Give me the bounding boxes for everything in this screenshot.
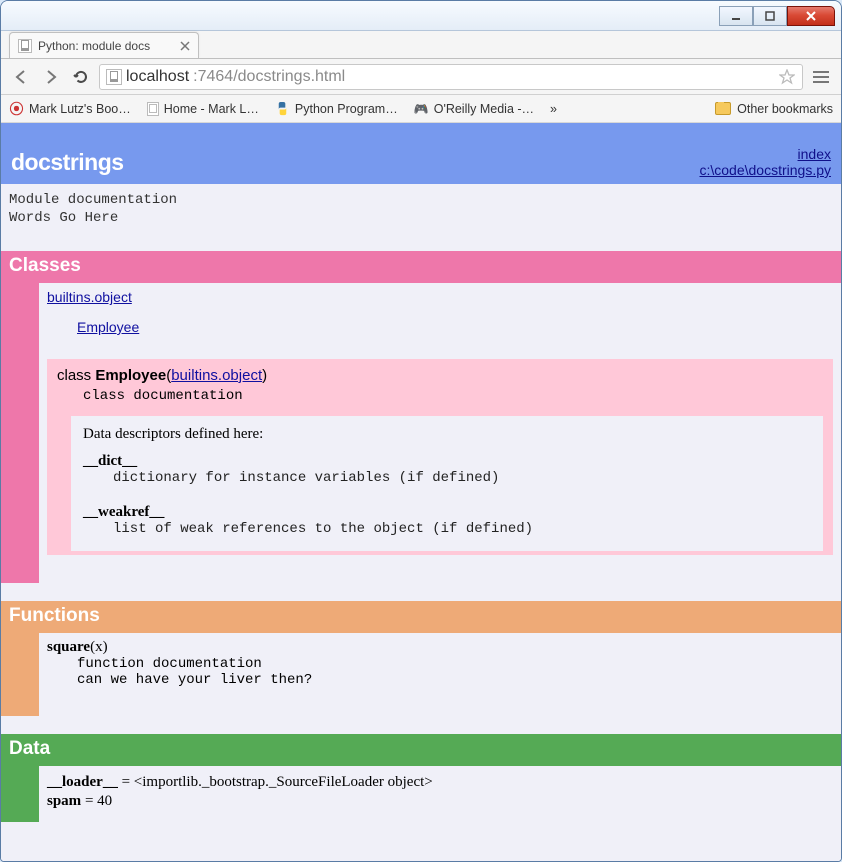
- os-titlebar: [1, 1, 841, 31]
- descriptor-name: __weakref__: [83, 504, 815, 521]
- reload-button[interactable]: [69, 65, 93, 89]
- browser-toolbar: localhost:7464/docstrings.html: [1, 59, 841, 95]
- url-host: localhost: [126, 68, 189, 86]
- class-descriptors: Data descriptors defined here: __dict__ …: [71, 416, 823, 551]
- bookmark-item[interactable]: Python Program…: [275, 101, 398, 116]
- browser-tab[interactable]: Python: module docs: [9, 32, 199, 58]
- tab-strip: Python: module docs: [1, 31, 841, 59]
- browser-window: Python: module docs localhost:7464/docst…: [0, 0, 842, 862]
- section-color-bar: [1, 633, 39, 716]
- function-docstring: function documentation can we have your …: [47, 656, 833, 688]
- minimize-button[interactable]: [719, 6, 753, 26]
- tab-close-button[interactable]: [178, 39, 192, 53]
- maximize-button[interactable]: [753, 6, 787, 26]
- bookmark-star-icon[interactable]: [778, 68, 796, 86]
- class-docstring: class documentation: [57, 384, 823, 410]
- section-content: square(x) function documentation can we …: [39, 633, 841, 716]
- data-item: __loader__ = <importlib._bootstrap._Sour…: [47, 774, 833, 791]
- module-header: docstrings index c:\code\docstrings.py: [1, 123, 841, 184]
- source-path-link[interactable]: c:\code\docstrings.py: [699, 162, 831, 178]
- module-links: index c:\code\docstrings.py: [699, 146, 831, 178]
- classes-section: Classes builtins.object Employee class E…: [1, 251, 841, 583]
- class-detail-block: class Employee(builtins.object) class do…: [47, 359, 833, 555]
- page-content[interactable]: docstrings index c:\code\docstrings.py M…: [1, 123, 841, 861]
- section-color-bar: [1, 766, 39, 822]
- window-controls: [719, 6, 835, 26]
- bookmark-icon: 🎮: [414, 101, 429, 116]
- bookmarks-bar: ⦿ Mark Lutz's Boo… Home - Mark L… Python…: [1, 95, 841, 123]
- module-docstring: Module documentation Words Go Here: [1, 184, 841, 233]
- other-bookmarks-button[interactable]: Other bookmarks: [715, 102, 833, 116]
- functions-section: Functions square(x) function documentati…: [1, 601, 841, 716]
- chevron-right-icon: »: [550, 102, 557, 116]
- bookmark-label: Mark Lutz's Boo…: [29, 102, 131, 116]
- tab-title: Python: module docs: [38, 39, 150, 53]
- bookmark-item[interactable]: 🎮 O'Reilly Media -…: [414, 101, 534, 116]
- section-content: builtins.object Employee class Employee(…: [39, 283, 841, 583]
- page-icon: [18, 39, 32, 53]
- descriptors-heading: Data descriptors defined here:: [83, 426, 815, 443]
- back-button[interactable]: [9, 65, 33, 89]
- python-icon: [275, 101, 290, 116]
- data-section: Data __loader__ = <importlib._bootstrap.…: [1, 734, 841, 822]
- data-item: spam = 40: [47, 793, 833, 810]
- close-button[interactable]: [787, 6, 835, 26]
- site-icon: [106, 69, 122, 85]
- bookmarks-overflow-button[interactable]: »: [550, 102, 557, 116]
- forward-button[interactable]: [39, 65, 63, 89]
- class-base-link[interactable]: builtins.object: [171, 367, 262, 384]
- viewport: docstrings index c:\code\docstrings.py M…: [1, 123, 841, 861]
- function-signature: square(x): [47, 639, 833, 656]
- section-color-bar: [1, 283, 39, 583]
- bookmark-label: O'Reilly Media -…: [434, 102, 534, 116]
- descriptor-doc: list of weak references to the object (i…: [83, 521, 815, 537]
- bookmark-label: Python Program…: [295, 102, 398, 116]
- index-link[interactable]: index: [699, 146, 831, 162]
- descriptor-doc: dictionary for instance variables (if de…: [83, 470, 815, 486]
- bookmark-item[interactable]: ⦿ Mark Lutz's Boo…: [9, 101, 131, 116]
- class-link[interactable]: Employee: [77, 319, 139, 335]
- other-bookmarks-label: Other bookmarks: [737, 102, 833, 116]
- bookmark-icon: ⦿: [9, 101, 24, 116]
- class-signature: class Employee(builtins.object): [57, 367, 823, 384]
- address-bar[interactable]: localhost:7464/docstrings.html: [99, 64, 803, 90]
- section-content: __loader__ = <importlib._bootstrap._Sour…: [39, 766, 841, 822]
- class-color-bar: [57, 416, 71, 551]
- section-heading: Classes: [1, 251, 841, 283]
- descriptor-name: __dict__: [83, 453, 815, 470]
- section-heading: Functions: [1, 601, 841, 633]
- section-heading: Data: [1, 734, 841, 766]
- folder-icon: [715, 102, 731, 115]
- url-path: :7464/docstrings.html: [193, 68, 345, 86]
- bookmark-item[interactable]: Home - Mark L…: [147, 102, 259, 116]
- page-icon: [147, 102, 159, 116]
- bookmark-label: Home - Mark L…: [164, 102, 259, 116]
- class-base-link[interactable]: builtins.object: [47, 289, 132, 305]
- menu-button[interactable]: [809, 65, 833, 89]
